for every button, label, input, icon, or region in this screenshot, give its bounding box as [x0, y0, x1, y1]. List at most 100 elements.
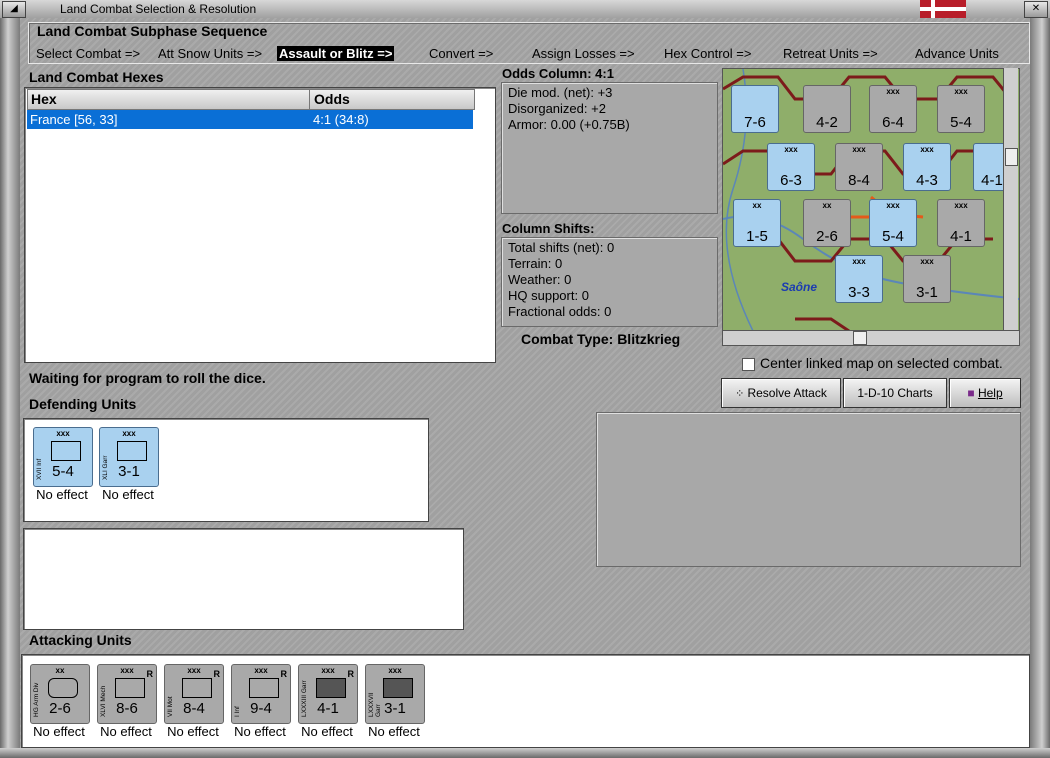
seq-assault-or-blitz: Assault or Blitz => — [277, 46, 395, 61]
help-button[interactable]: ■ Help — [949, 378, 1021, 408]
center-map-checkbox[interactable] — [742, 358, 755, 371]
defending-unit-effect: No effect — [102, 487, 154, 502]
mechanized-symbol-icon — [115, 678, 145, 698]
garrison-symbol-icon — [383, 678, 413, 698]
combat-results-panel — [596, 412, 1021, 567]
dice-icon: ⁘ — [735, 388, 748, 400]
defending-unit[interactable]: xxx XLI Garr 3-1 — [99, 427, 159, 487]
attacking-unit[interactable]: xxx R I Inf 9-4 — [231, 664, 291, 724]
map-counter[interactable]: xx 2-6 — [803, 199, 851, 247]
flag-icon — [920, 0, 966, 18]
odds-die-mod: Die mod. (net): +3 — [508, 85, 613, 100]
subphase-sequence-title: Land Combat Subphase Sequence — [37, 23, 268, 39]
odds-disorganized: Disorganized: +2 — [508, 101, 606, 116]
attacking-unit-effect: No effect — [167, 724, 219, 739]
attacking-unit-effect: No effect — [368, 724, 420, 739]
reserve-marker: R — [213, 669, 221, 679]
combat-type: Combat Type: Blitzkrieg — [521, 331, 681, 347]
resolve-attack-button[interactable]: ⁘ Resolve Attack — [721, 378, 841, 408]
attacking-unit[interactable]: xx HG Arm Div 2-6 — [30, 664, 90, 724]
seq-convert: Convert => — [429, 46, 494, 61]
odds-armor: Armor: 0.00 (+0.75B) — [508, 117, 630, 132]
map-counter[interactable]: xx 1-5 — [733, 199, 781, 247]
attacking-units-label: Attacking Units — [29, 632, 132, 648]
support-units-panel — [23, 528, 464, 630]
center-map-label: Center linked map on selected combat. — [760, 355, 1003, 371]
garrison-symbol-icon — [316, 678, 346, 698]
map-city-label: Saône — [781, 280, 817, 294]
attacking-unit[interactable]: xxx LXXXVII Garr 3-1 — [365, 664, 425, 724]
infantry-symbol-icon — [51, 441, 81, 461]
seq-assign-losses: Assign Losses => — [532, 46, 635, 61]
map-counter[interactable]: xxx 6-4 — [869, 85, 917, 133]
attacking-unit-effect: No effect — [33, 724, 85, 739]
attacking-unit[interactable]: xxx R LXXXIII Garr 4-1 — [298, 664, 358, 724]
infantry-symbol-icon — [249, 678, 279, 698]
map-hscroll-thumb[interactable] — [853, 331, 867, 345]
left-border — [0, 18, 20, 758]
map-counter[interactable]: xxx 6-3 — [767, 143, 815, 191]
odds-cell: 4:1 (34:8) — [313, 112, 369, 127]
attacking-unit-effect: No effect — [301, 724, 353, 739]
map-horizontal-scrollbar[interactable] — [722, 330, 1020, 346]
shift-total: Total shifts (net): 0 — [508, 240, 615, 255]
shift-fractional-odds: Fractional odds: 0 — [508, 304, 612, 319]
right-border — [1030, 18, 1050, 758]
system-menu-icon[interactable]: ◢ — [2, 1, 26, 18]
map-counter[interactable]: xxx 4-1 — [937, 199, 985, 247]
attacking-units-panel: xx HG Arm Div 2-6 No effect xxx R XLVI M… — [21, 654, 1030, 748]
mini-map[interactable]: Saône 7-6 4-2 xxx 6-4 xxx 5-4 xxx 6-3 xxx 8-… — [722, 68, 1020, 332]
shift-weather: Weather: 0 — [508, 272, 572, 287]
column-shifts-title: Column Shifts: — [502, 221, 595, 236]
window-title: Land Combat Selection & Resolution — [60, 2, 257, 16]
attacking-unit[interactable]: xxx R XLVI Mech 8-6 — [97, 664, 157, 724]
reserve-marker: R — [347, 669, 355, 679]
col-odds-header[interactable]: Odds — [311, 90, 350, 109]
defending-units-label: Defending Units — [29, 396, 137, 412]
reserve-marker: R — [280, 669, 288, 679]
attacking-unit-effect: No effect — [100, 724, 152, 739]
hexes-list[interactable]: Hex Odds France [56, 33] 4:1 (34:8) — [24, 87, 496, 363]
reserve-marker: R — [146, 669, 154, 679]
map-counter[interactable]: xxx 8-4 — [835, 143, 883, 191]
odds-panel: Die mod. (net): +3 Disorganized: +2 Armo… — [501, 82, 718, 214]
col-hex-header[interactable]: Hex — [28, 90, 310, 109]
land-combat-hexes-label: Land Combat Hexes — [29, 69, 164, 85]
window-frame: ◢ Land Combat Selection & Resolution ✕ L… — [0, 0, 1050, 758]
seq-hex-control: Hex Control => — [664, 46, 752, 61]
hex-cell: France [56, 33] — [30, 112, 118, 127]
dialog-content: Land Combat Subphase Sequence Select Com… — [20, 18, 1030, 748]
map-counter[interactable]: 7-6 — [731, 85, 779, 133]
map-counter[interactable]: xxx 3-1 — [903, 255, 951, 303]
book-icon: ■ — [967, 386, 978, 400]
defending-unit[interactable]: xxx XVII Inf 5-4 — [33, 427, 93, 487]
motorized-symbol-icon — [182, 678, 212, 698]
hexes-table-header: Hex Odds — [27, 89, 475, 110]
map-counter[interactable]: 4-2 — [803, 85, 851, 133]
seq-retreat-units: Retreat Units => — [783, 46, 878, 61]
column-shifts-panel: Total shifts (net): 0 Terrain: 0 Weather… — [501, 237, 718, 327]
table-row[interactable]: France [56, 33] 4:1 (34:8) — [27, 110, 473, 129]
map-counter[interactable]: xxx 3-3 — [835, 255, 883, 303]
map-vscroll-thumb[interactable] — [1005, 148, 1018, 166]
map-counter[interactable]: xxx 5-4 — [869, 199, 917, 247]
seq-advance-units: Advance Units — [915, 46, 999, 61]
map-counter[interactable]: xxx 4-3 — [903, 143, 951, 191]
close-icon[interactable]: ✕ — [1024, 1, 1048, 18]
attacking-unit[interactable]: xxx R VII Mot 8-4 — [164, 664, 224, 724]
defending-unit-effect: No effect — [36, 487, 88, 502]
title-bar: ◢ Land Combat Selection & Resolution ✕ — [0, 0, 1050, 19]
seq-att-snow-units: Att Snow Units => — [158, 46, 263, 61]
defending-units-panel: xxx XVII Inf 5-4 No effect xxx XLI Garr … — [23, 418, 429, 522]
shift-terrain: Terrain: 0 — [508, 256, 563, 271]
garrison-symbol-icon — [117, 441, 147, 461]
bottom-border — [0, 748, 1050, 758]
charts-button[interactable]: 1-D-10 Charts — [843, 378, 947, 408]
status-message: Waiting for program to roll the dice. — [29, 370, 266, 386]
map-counter[interactable]: xxx 5-4 — [937, 85, 985, 133]
attacking-unit-effect: No effect — [234, 724, 286, 739]
seq-select-combat: Select Combat => — [36, 46, 141, 61]
armor-symbol-icon — [48, 678, 78, 698]
map-vertical-scrollbar[interactable] — [1003, 68, 1018, 330]
odds-column-title: Odds Column: 4:1 — [502, 66, 614, 81]
